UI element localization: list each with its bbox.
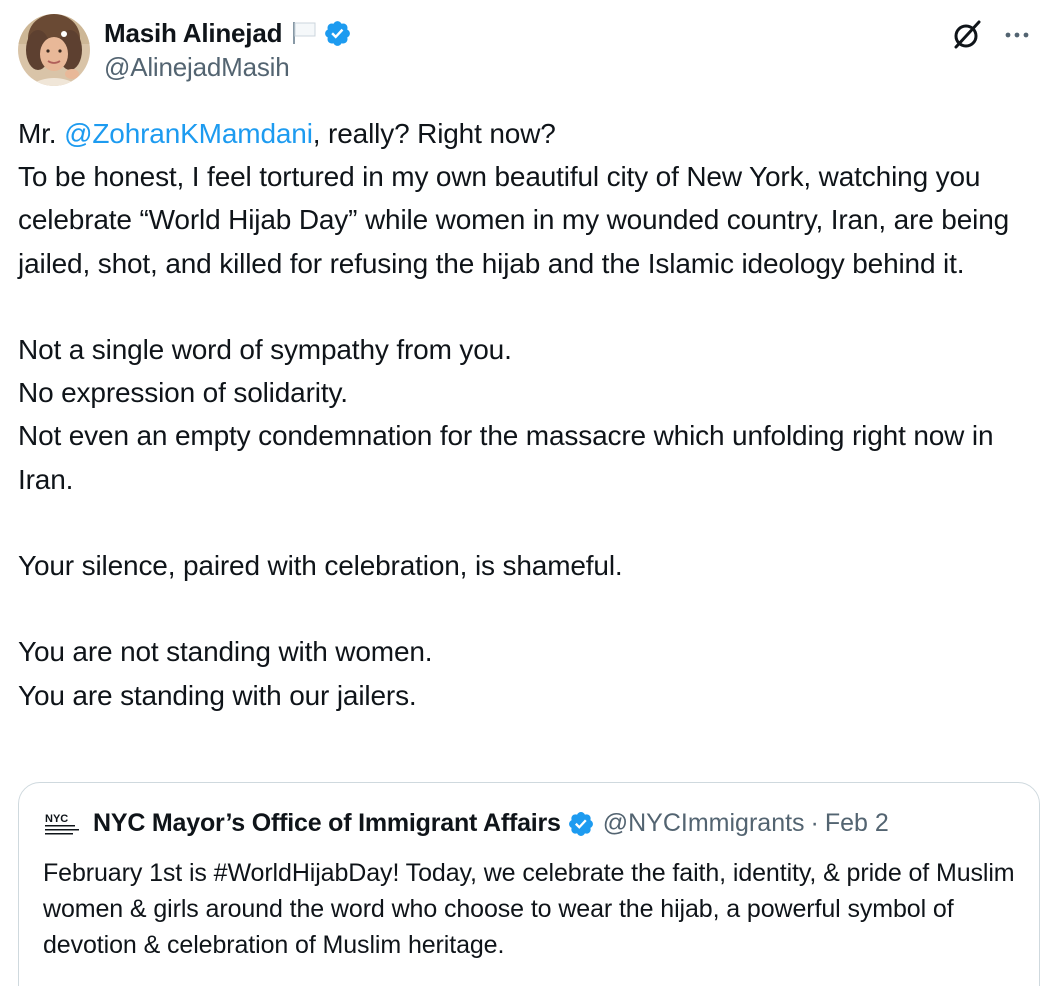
quoted-author-name[interactable]: NYC Mayor’s Office of Immigrant Affairs: [93, 809, 561, 838]
quoted-tweet-header: NYC NYC Mayor’s Office of Immigrant Affa…: [43, 809, 889, 838]
tweet-paragraph-4-line-1: You are not standing with women.: [18, 636, 433, 668]
author-handle[interactable]: @AlinejadMasih: [104, 52, 352, 83]
header-actions: [950, 18, 1032, 52]
tweet-line-intro: Mr. @ZohranKMamdani, really? Right now?: [18, 112, 1040, 155]
nyc-logo-icon: NYC: [43, 811, 83, 837]
tweet-text: Mr. @ZohranKMamdani, really? Right now? …: [18, 112, 1040, 717]
svg-text:NYC: NYC: [45, 813, 68, 825]
tweet-text-suffix: , really? Right now?: [312, 118, 556, 149]
mention-link[interactable]: @ZohranKMamdani: [64, 118, 313, 149]
author-block: Masih Alinejad @AlinejadMasih: [104, 16, 352, 83]
tweet-paragraph-2-line-1: Not a single word of sympathy from you.: [18, 334, 512, 365]
quoted-tweet-text: February 1st is #WorldHijabDay! Today, w…: [43, 859, 1015, 959]
grok-icon[interactable]: [950, 18, 984, 52]
quoted-tweet-date[interactable]: Feb 2: [825, 809, 889, 838]
tweet-paragraph-2-line-3: Not even an empty condemnation for the m…: [18, 420, 994, 495]
author-display-name[interactable]: Masih Alinejad: [104, 18, 282, 49]
white-flag-icon: [290, 21, 318, 45]
tweet-paragraph-1: To be honest, I feel tortured in my own …: [18, 161, 1010, 279]
verified-badge-icon[interactable]: [567, 810, 595, 838]
author-name-row: Masih Alinejad: [104, 16, 352, 50]
tweet-paragraph-2-line-2: No expression of solidarity.: [18, 377, 348, 409]
verified-badge-icon[interactable]: [323, 19, 352, 48]
quoted-tweet[interactable]: NYC NYC Mayor’s Office of Immigrant Affa…: [18, 782, 1040, 986]
tweet-card: Masih Alinejad @AlinejadMasih Mr. @Zohra…: [0, 0, 1040, 986]
separator-dot: ·: [810, 809, 819, 837]
tweet-text-prefix: Mr.: [18, 118, 65, 149]
quoted-author-handle[interactable]: @NYCImmigrants: [603, 809, 805, 838]
tweet-paragraph-4-line-2: You are standing with our jailers.: [18, 679, 417, 711]
more-options-icon[interactable]: [1002, 20, 1032, 50]
tweet-paragraph-3: Your silence, paired with celebration, i…: [18, 550, 623, 581]
avatar[interactable]: [18, 14, 90, 86]
